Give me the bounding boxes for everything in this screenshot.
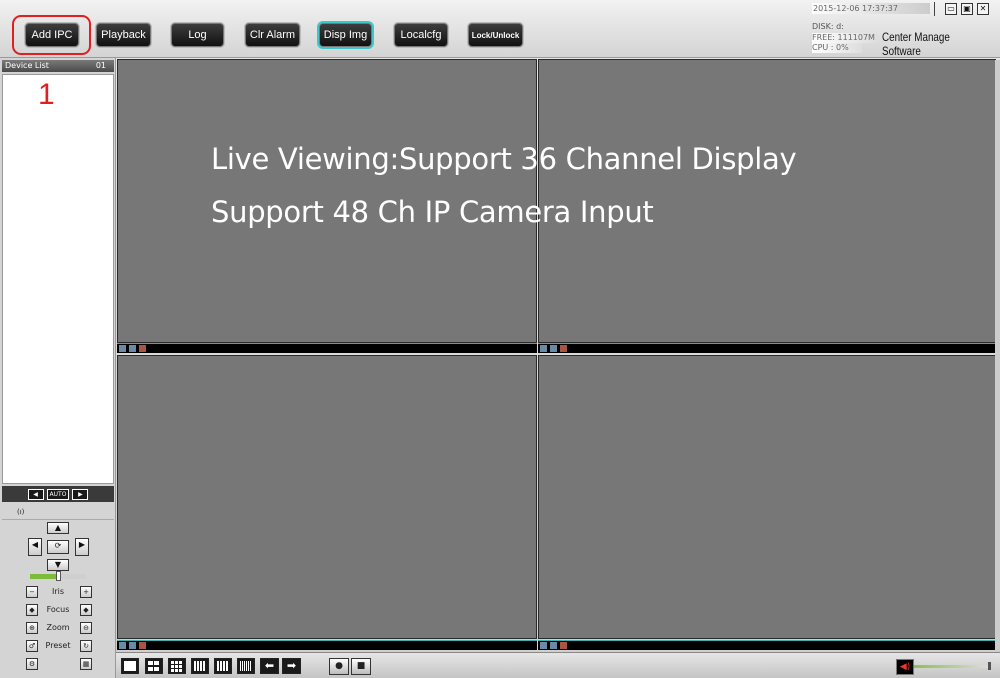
left-panel: Device List 01 ◀ AUTO ▶ (ı) ▲ ◀ ⟳ ▶ ▼ − …	[0, 58, 116, 678]
maximize-icon[interactable]: ▣	[961, 3, 973, 15]
zoom-in-icon[interactable]: ⊕	[26, 622, 38, 634]
separator	[934, 2, 935, 16]
preset-call-icon[interactable]: ↻	[80, 640, 92, 652]
focus-near-icon[interactable]: ◆	[26, 604, 38, 616]
record-start-icon[interactable]: ●	[329, 658, 349, 675]
iris-minus-icon[interactable]: −	[26, 586, 38, 598]
camera-icon[interactable]	[119, 345, 126, 352]
device-count: 01	[95, 61, 106, 70]
free-space-label: FREE: 111107M	[812, 33, 877, 43]
close-channel-icon[interactable]	[139, 345, 146, 352]
ptz-header: (ı)	[2, 504, 114, 520]
layout-9-icon[interactable]	[168, 658, 186, 674]
camera-icon[interactable]	[119, 642, 126, 649]
top-toolbar: Add IPC Playback Log Clr Alarm Disp Img …	[0, 0, 1000, 58]
video-cell-toolbar	[117, 640, 537, 650]
device-list-header: Device List 01	[2, 60, 114, 72]
audio-icon[interactable]	[550, 642, 557, 649]
close-channel-icon[interactable]	[560, 642, 567, 649]
device-list-title: Device List	[5, 61, 49, 70]
volume-icon[interactable]: ◀)	[896, 659, 914, 675]
datetime-display: 2015-12-06 17:37:37	[812, 3, 930, 14]
iris-label: Iris	[51, 587, 65, 596]
video-cell[interactable]	[538, 355, 996, 639]
ptz-up-button[interactable]: ▲	[47, 522, 69, 534]
layout-16-icon[interactable]	[191, 658, 209, 674]
preset-set-icon[interactable]: ♂	[26, 640, 38, 652]
highlight-ring	[12, 15, 91, 55]
right-scrollbar[interactable]	[995, 60, 1000, 652]
audio-icon[interactable]	[129, 642, 136, 649]
window-controls: ▭ ▣ ✕	[934, 2, 989, 16]
local-config-button[interactable]: Localcfg	[394, 23, 448, 47]
log-button[interactable]: Log	[171, 23, 224, 47]
close-icon[interactable]: ✕	[977, 3, 989, 15]
ptz-settings-icon[interactable]: ⚙	[26, 658, 38, 670]
ptz-auto-icon[interactable]: ⟳	[47, 540, 69, 554]
ptz-speed-handle[interactable]	[56, 571, 61, 581]
close-channel-icon[interactable]	[560, 345, 567, 352]
prev-page-button[interactable]: ⬅	[260, 658, 279, 674]
ptz-right-button[interactable]: ▶	[75, 538, 89, 556]
device-list[interactable]	[2, 74, 114, 484]
focus-far-icon[interactable]: ◆	[80, 604, 92, 616]
camera-icon[interactable]	[540, 345, 547, 352]
volume-slider[interactable]	[914, 665, 990, 668]
audio-icon[interactable]	[129, 345, 136, 352]
disk-label: DISK: d:	[812, 22, 844, 31]
ptz-light-icon[interactable]: ▦	[80, 658, 92, 670]
pager-auto-button[interactable]: AUTO	[46, 488, 70, 500]
cpu-usage-label: CPU : 0%	[812, 43, 862, 53]
camera-icon[interactable]	[540, 642, 547, 649]
layout-1-icon[interactable]	[121, 658, 139, 674]
layout-36-icon[interactable]	[237, 658, 255, 674]
video-cell-toolbar	[538, 640, 996, 650]
ptz-down-button[interactable]: ▼	[47, 559, 69, 571]
overlay-caption-line1: Live Viewing:Support 36 Channel Display	[211, 142, 797, 176]
close-channel-icon[interactable]	[139, 642, 146, 649]
overlay-caption-line2: Support 48 Ch IP Camera Input	[211, 195, 654, 229]
video-cell[interactable]	[117, 355, 537, 639]
app-title: Center Manage Software	[882, 30, 950, 58]
lock-unlock-button[interactable]: Lock/Unlock	[468, 23, 523, 47]
app-window: Add IPC Playback Log Clr Alarm Disp Img …	[0, 0, 1000, 678]
zoom-out-icon[interactable]: ⊖	[80, 622, 92, 634]
step-number: 1	[38, 78, 55, 111]
device-pager: ◀ AUTO ▶	[2, 486, 114, 502]
minimize-icon[interactable]: ▭	[945, 3, 957, 15]
zoom-label: Zoom	[46, 623, 70, 632]
iris-plus-icon[interactable]: +	[80, 586, 92, 598]
layout-25-icon[interactable]	[214, 658, 232, 674]
pager-prev-button[interactable]: ◀	[27, 488, 44, 500]
video-cell-toolbar	[117, 343, 537, 353]
record-stop-icon[interactable]: ■	[351, 658, 371, 675]
audio-icon[interactable]	[550, 345, 557, 352]
pager-next-button[interactable]: ▶	[72, 488, 89, 500]
focus-label: Focus	[46, 605, 70, 614]
ptz-left-button[interactable]: ◀	[28, 538, 42, 556]
display-image-button[interactable]: Disp Img	[319, 23, 372, 47]
playback-button[interactable]: Playback	[96, 23, 151, 47]
layout-4-icon[interactable]	[145, 658, 163, 674]
video-cell-toolbar	[538, 343, 996, 353]
clear-alarm-button[interactable]: Clr Alarm	[245, 23, 300, 47]
preset-label: Preset	[45, 641, 71, 650]
bottom-toolbar: ⬅ ➡ ● ■ ◀)	[116, 652, 1000, 678]
volume-slider-handle[interactable]	[988, 662, 991, 670]
next-page-button[interactable]: ➡	[282, 658, 301, 674]
